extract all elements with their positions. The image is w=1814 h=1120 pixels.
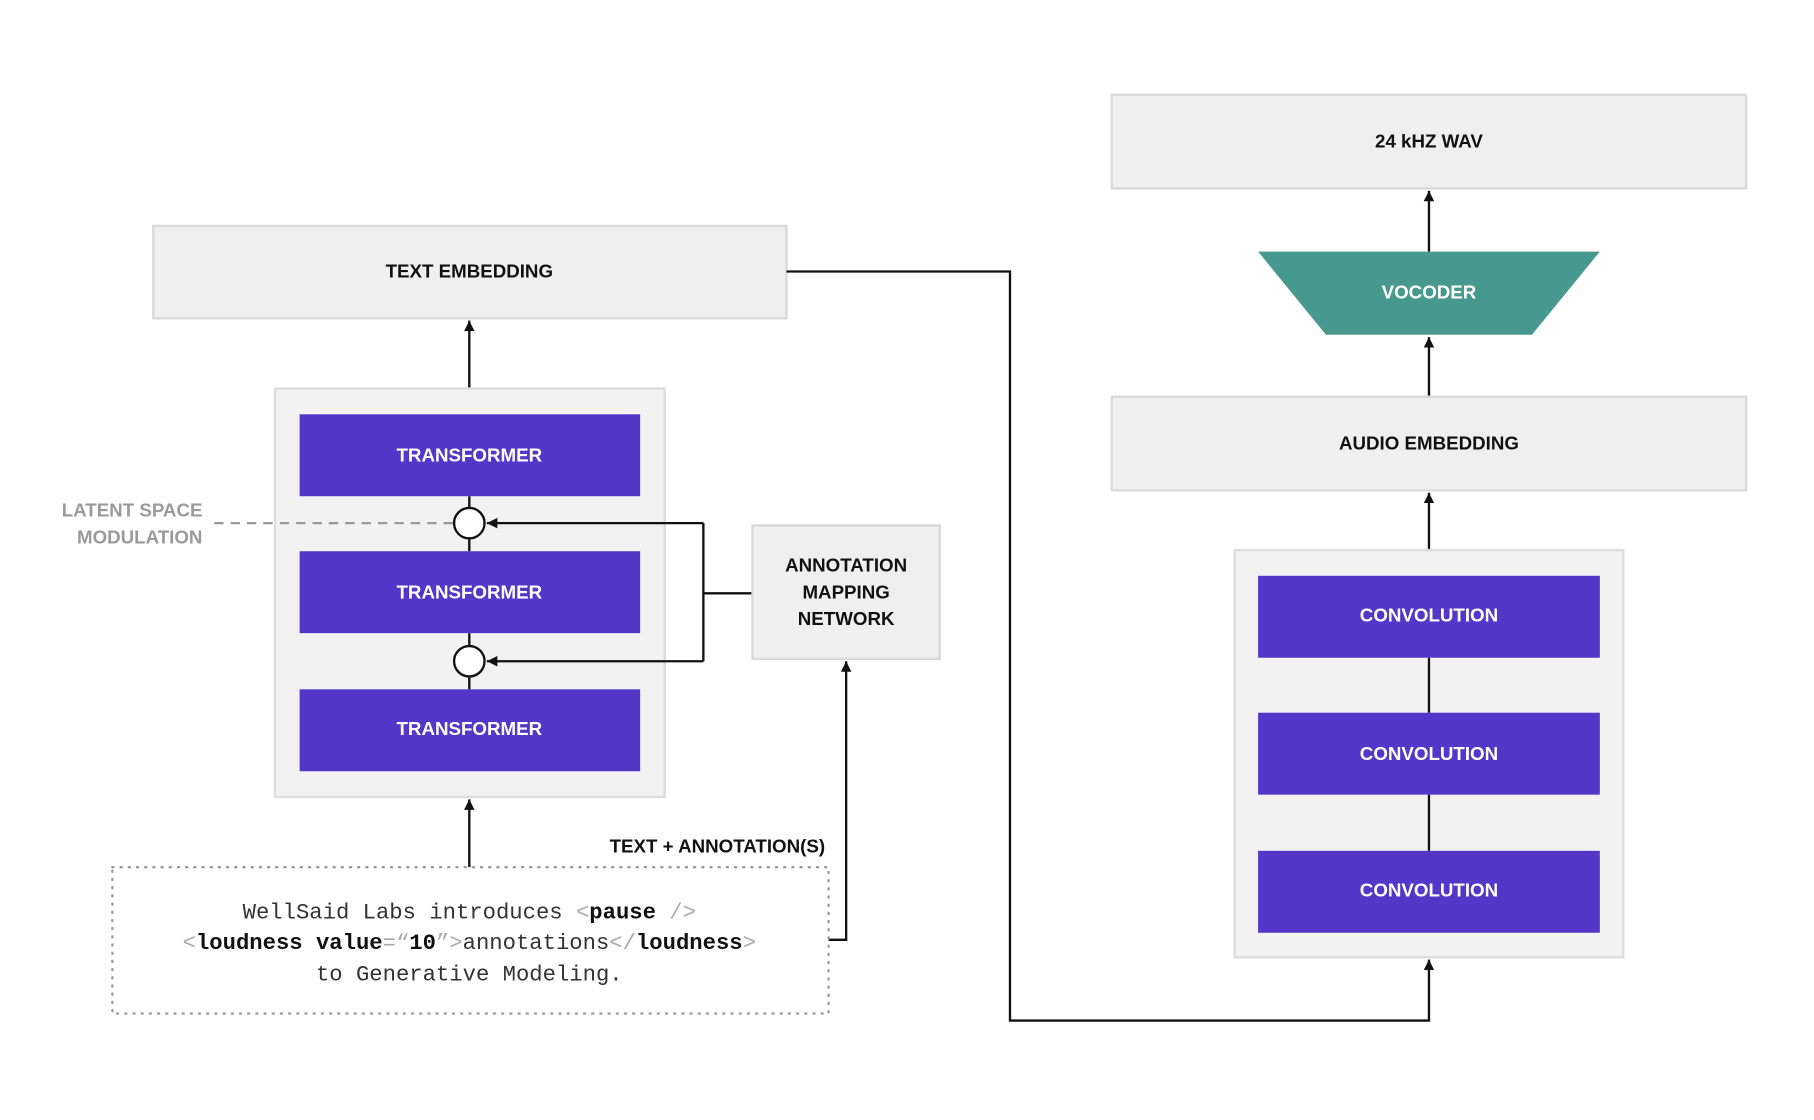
transformer-block-1: TRANSFORMER: [299, 414, 641, 497]
latent-label-line2: MODULATION: [77, 526, 202, 547]
annotation-mapping-network-box: ANNOTATION MAPPING NETWORK: [751, 524, 941, 661]
convolution-label: CONVOLUTION: [1360, 605, 1498, 626]
vocoder-label: VOCODER: [1382, 282, 1477, 303]
output-wav-box: 24 kHZ WAV: [1110, 93, 1748, 190]
annotation-label-line2: MAPPING: [802, 581, 889, 602]
convolution-block-1: CONVOLUTION: [1258, 575, 1600, 658]
input-text-line1: WellSaid Labs introduces <pause />: [243, 900, 696, 926]
input-label: TEXT + ANNOTATION(S): [610, 835, 825, 856]
arrow-to-annotation-network: [828, 661, 852, 941]
input-text-line3: to Generative Modeling.: [316, 962, 623, 988]
text-embedding-box: TEXT EMBEDDING: [152, 224, 788, 320]
convolution-label: CONVOLUTION: [1360, 880, 1498, 901]
modulation-node-1: [452, 506, 486, 540]
annotation-connector: [702, 523, 753, 662]
convolution-block-2: CONVOLUTION: [1258, 712, 1600, 795]
architecture-diagram: TEXT EMBEDDING TRANSFORMER TRANSFORMER T…: [62, 93, 1748, 1022]
convolution-block-3: CONVOLUTION: [1258, 850, 1600, 933]
latent-label-line1: LATENT SPACE: [62, 499, 203, 520]
transformer-block-2: TRANSFORMER: [299, 551, 641, 634]
transformer-label: TRANSFORMER: [397, 581, 543, 602]
audio-embedding-label: AUDIO EMBEDDING: [1339, 433, 1519, 454]
text-embedding-label: TEXT EMBEDDING: [386, 261, 553, 282]
vocoder-block: VOCODER: [1258, 251, 1600, 335]
transformer-label: TRANSFORMER: [397, 718, 543, 739]
convolution-label: CONVOLUTION: [1360, 743, 1498, 764]
annotation-label-line1: ANNOTATION: [785, 554, 907, 575]
input-text-line2: <loudness value=“10”>annotations</loudne…: [183, 930, 756, 956]
modulation-node-2: [452, 644, 486, 678]
annotation-label-line3: NETWORK: [798, 608, 895, 629]
transformer-label: TRANSFORMER: [397, 444, 543, 465]
output-label: 24 kHZ WAV: [1375, 131, 1483, 152]
transformer-block-3: TRANSFORMER: [299, 689, 641, 772]
audio-embedding-box: AUDIO EMBEDDING: [1110, 395, 1748, 492]
